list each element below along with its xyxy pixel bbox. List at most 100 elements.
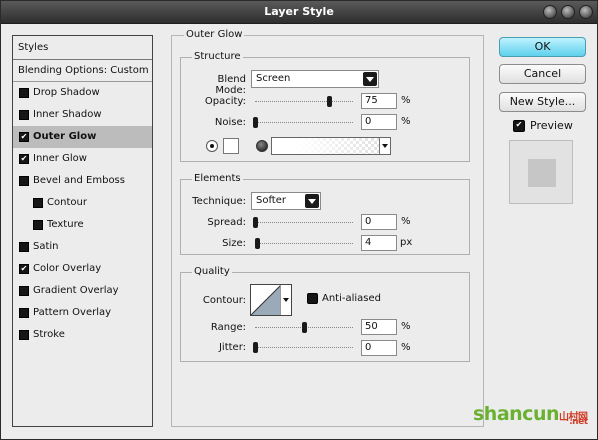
minimize-button[interactable] bbox=[543, 5, 557, 19]
style-item-label: Stroke bbox=[33, 329, 65, 340]
elements-title: Elements bbox=[192, 173, 243, 184]
style-checkbox[interactable] bbox=[19, 330, 29, 340]
style-item[interactable]: Drop Shadow bbox=[13, 82, 152, 104]
slider-track bbox=[255, 122, 353, 123]
style-preview bbox=[509, 140, 573, 204]
opacity-label: Opacity: bbox=[204, 96, 246, 107]
opacity-unit: % bbox=[401, 95, 411, 106]
slider-thumb[interactable] bbox=[254, 238, 260, 249]
style-item[interactable]: Texture bbox=[13, 214, 152, 236]
glow-gradient-picker[interactable] bbox=[271, 137, 391, 155]
style-item[interactable]: Satin bbox=[13, 236, 152, 258]
panel-title: Outer Glow bbox=[184, 29, 245, 40]
style-checkbox[interactable] bbox=[19, 286, 29, 296]
opacity-input[interactable]: 75 bbox=[361, 93, 397, 109]
jitter-unit: % bbox=[401, 342, 411, 353]
slider-thumb[interactable] bbox=[302, 322, 307, 333]
gradient-radio[interactable] bbox=[256, 140, 268, 152]
style-checkbox[interactable] bbox=[33, 220, 43, 230]
slider-track bbox=[255, 101, 353, 102]
blending-options-item[interactable]: Blending Options: Custom bbox=[13, 60, 152, 82]
noise-input[interactable]: 0 bbox=[361, 114, 397, 130]
spread-input[interactable]: 0 bbox=[361, 214, 397, 230]
style-checkbox[interactable]: ✔ bbox=[19, 132, 29, 142]
noise-label: Noise: bbox=[214, 117, 246, 128]
style-item-label: Outer Glow bbox=[33, 131, 97, 142]
style-checkbox[interactable] bbox=[19, 242, 29, 252]
range-label: Range: bbox=[210, 322, 246, 333]
watermark-net: .net bbox=[569, 417, 588, 427]
style-checkbox[interactable] bbox=[33, 198, 43, 208]
ok-button[interactable]: OK bbox=[499, 37, 586, 57]
maximize-button[interactable] bbox=[561, 5, 575, 19]
style-checkbox[interactable] bbox=[19, 110, 29, 120]
jitter-label: Jitter: bbox=[218, 342, 246, 353]
slider-thumb[interactable] bbox=[253, 217, 258, 228]
range-input[interactable]: 50 bbox=[361, 319, 397, 335]
style-item-label: Contour bbox=[47, 197, 87, 208]
style-item[interactable]: Contour bbox=[13, 192, 152, 214]
opacity-slider[interactable] bbox=[255, 96, 353, 107]
style-item[interactable]: ✔ Color Overlay bbox=[13, 258, 152, 280]
jitter-slider[interactable] bbox=[253, 342, 353, 353]
layer-style-dialog: Layer Style Styles Blending Options: Cus… bbox=[0, 0, 598, 440]
style-item-label: Drop Shadow bbox=[33, 87, 100, 98]
slider-thumb[interactable] bbox=[253, 117, 258, 128]
preview-checkbox[interactable]: ✔ bbox=[513, 120, 525, 132]
style-item-label: Inner Shadow bbox=[33, 109, 102, 120]
new-style-button[interactable]: New Style... bbox=[499, 92, 586, 112]
contour-preview bbox=[251, 285, 281, 315]
jitter-input[interactable]: 0 bbox=[361, 340, 397, 356]
solid-color-radio[interactable] bbox=[206, 140, 218, 152]
anti-aliased-checkbox[interactable] bbox=[307, 293, 318, 304]
spread-slider[interactable] bbox=[253, 217, 353, 228]
noise-slider[interactable] bbox=[253, 117, 353, 128]
chevron-down-icon[interactable] bbox=[280, 285, 291, 315]
chevron-down-icon[interactable] bbox=[305, 194, 319, 208]
watermark-main: shancun bbox=[473, 403, 560, 425]
style-item[interactable]: Bevel and Emboss bbox=[13, 170, 152, 192]
preview-label: Preview bbox=[530, 119, 573, 132]
size-input[interactable]: 4 bbox=[361, 235, 397, 251]
contour-picker[interactable] bbox=[250, 284, 292, 316]
title-bar[interactable]: Layer Style bbox=[1, 1, 597, 24]
slider-thumb[interactable] bbox=[253, 342, 258, 353]
style-checkbox[interactable]: ✔ bbox=[19, 154, 29, 164]
structure-title: Structure bbox=[192, 51, 243, 62]
quality-title: Quality bbox=[192, 266, 232, 277]
cancel-button[interactable]: Cancel bbox=[499, 64, 586, 84]
style-item[interactable]: ✔ Outer Glow bbox=[13, 126, 152, 148]
technique-value: Softer bbox=[256, 195, 286, 206]
style-checkbox[interactable]: ✔ bbox=[19, 264, 29, 274]
style-item[interactable]: Pattern Overlay bbox=[13, 302, 152, 324]
style-item[interactable]: Stroke bbox=[13, 324, 152, 346]
range-slider[interactable] bbox=[255, 322, 353, 333]
window-title: Layer Style bbox=[264, 5, 334, 18]
style-checkbox[interactable] bbox=[19, 308, 29, 318]
preview-swatch bbox=[528, 159, 556, 187]
size-slider[interactable] bbox=[254, 238, 353, 249]
style-item-label: Satin bbox=[33, 241, 59, 252]
style-item-label: Bevel and Emboss bbox=[33, 175, 125, 186]
slider-track bbox=[255, 222, 353, 223]
style-checkbox[interactable] bbox=[19, 88, 29, 98]
styles-header[interactable]: Styles bbox=[13, 36, 152, 60]
chevron-down-icon[interactable] bbox=[363, 72, 377, 86]
chevron-down-icon[interactable] bbox=[379, 138, 390, 154]
blend-mode-select[interactable]: Screen bbox=[251, 70, 379, 88]
size-label: Size: bbox=[222, 238, 246, 249]
style-item[interactable]: Inner Shadow bbox=[13, 104, 152, 126]
spread-unit: % bbox=[401, 216, 411, 227]
glow-color-swatch[interactable] bbox=[223, 138, 239, 154]
style-item[interactable]: Gradient Overlay bbox=[13, 280, 152, 302]
anti-aliased-label: Anti-aliased bbox=[322, 293, 382, 304]
slider-thumb[interactable] bbox=[326, 96, 332, 107]
technique-select[interactable]: Softer bbox=[251, 192, 321, 210]
close-button[interactable] bbox=[579, 5, 593, 19]
style-checkbox[interactable] bbox=[19, 176, 29, 186]
style-item-label: Texture bbox=[47, 219, 84, 230]
size-unit: px bbox=[400, 237, 413, 248]
style-item-label: Pattern Overlay bbox=[33, 307, 112, 318]
contour-label: Contour: bbox=[202, 295, 246, 306]
style-item[interactable]: ✔ Inner Glow bbox=[13, 148, 152, 170]
